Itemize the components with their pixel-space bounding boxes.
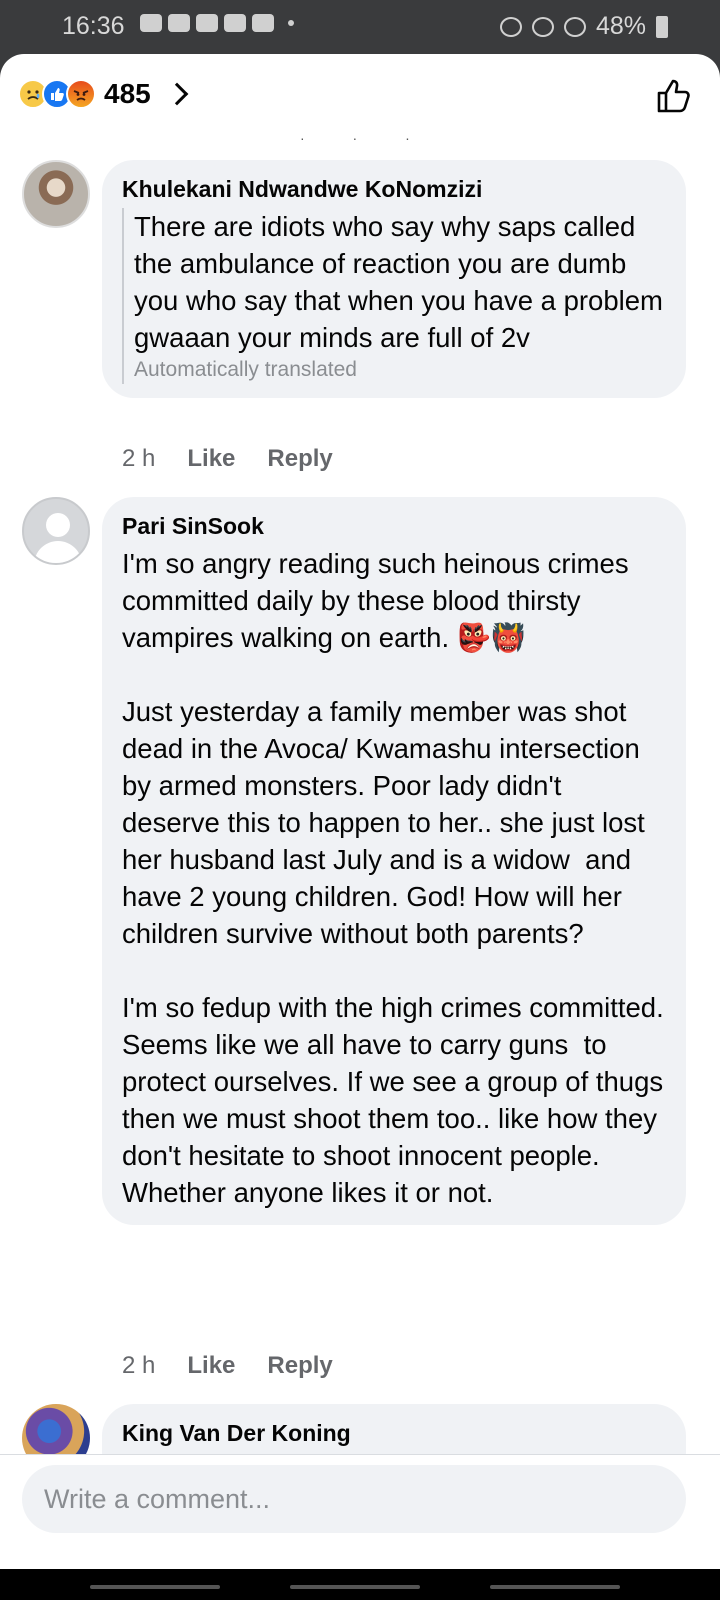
reply-button[interactable]: Reply xyxy=(267,1352,332,1380)
youtube-icon xyxy=(168,14,190,32)
notification-icons xyxy=(140,14,294,32)
default-avatar-head xyxy=(46,513,70,537)
message-icon xyxy=(140,14,162,32)
system-nav-bar xyxy=(0,1569,720,1600)
reply-button[interactable]: Reply xyxy=(267,445,332,473)
angry-reaction-icon xyxy=(66,79,96,109)
comment-bubble: Pari SinSook I'm so angry reading such h… xyxy=(102,497,686,1225)
reaction-count: 485 xyxy=(104,78,151,109)
status-time: 16:36 xyxy=(62,12,125,40)
comment-author[interactable]: Pari SinSook xyxy=(122,511,666,541)
facebook-icon xyxy=(252,14,274,32)
comment-actions: 2 h Like Reply xyxy=(122,1352,333,1380)
status-bar: 16:36 48% xyxy=(0,0,720,54)
nav-home-button[interactable] xyxy=(290,1585,420,1589)
like-button[interactable]: Like xyxy=(187,1352,235,1380)
download-icon xyxy=(224,14,246,32)
comment-time: 2 h xyxy=(122,445,156,472)
comment-author[interactable]: Khulekani Ndwandwe KoNomzizi xyxy=(122,174,666,204)
comment-time: 2 h xyxy=(122,1352,156,1379)
comment-input[interactable]: Write a comment... xyxy=(22,1465,686,1533)
auto-translated-note[interactable]: Automatically translated xyxy=(134,356,666,384)
mute-icon xyxy=(531,16,554,37)
avatar[interactable] xyxy=(22,497,90,565)
alarm-icon xyxy=(499,16,522,37)
like-button[interactable]: Like xyxy=(187,445,235,473)
avatar[interactable] xyxy=(22,160,90,228)
comments-sheet: 485 · · · Khulekani Ndwandwe KoNomzizi T… xyxy=(0,54,720,1569)
reactions-summary[interactable]: 485 xyxy=(18,78,189,110)
battery-icon xyxy=(656,15,668,38)
battery-percent: 48% xyxy=(595,12,646,40)
comment-text: I'm so angry reading such heinous crimes… xyxy=(122,548,664,1208)
scrolled-content-edge: · · · xyxy=(300,130,432,146)
comment-text: There are idiots who say why saps called… xyxy=(134,211,671,353)
youtube-icon xyxy=(196,14,218,32)
wifi-icon xyxy=(563,16,586,37)
comment-author[interactable]: King Van Der Koning xyxy=(122,1418,666,1448)
more-notifications-icon xyxy=(288,20,294,26)
translated-quote: There are idiots who say why saps called… xyxy=(122,208,666,384)
comment-actions: 2 h Like Reply xyxy=(122,445,333,473)
reactions-header: 485 xyxy=(0,54,720,134)
like-thumb-icon[interactable] xyxy=(654,76,694,116)
system-icons: 48% xyxy=(499,12,668,41)
default-avatar-body xyxy=(34,541,82,563)
comment-composer: Write a comment... xyxy=(0,1454,720,1569)
chevron-right-icon xyxy=(165,82,189,106)
nav-back-button[interactable] xyxy=(490,1585,620,1589)
nav-recent-button[interactable] xyxy=(90,1585,220,1589)
comment-bubble: Khulekani Ndwandwe KoNomzizi There are i… xyxy=(102,160,686,398)
